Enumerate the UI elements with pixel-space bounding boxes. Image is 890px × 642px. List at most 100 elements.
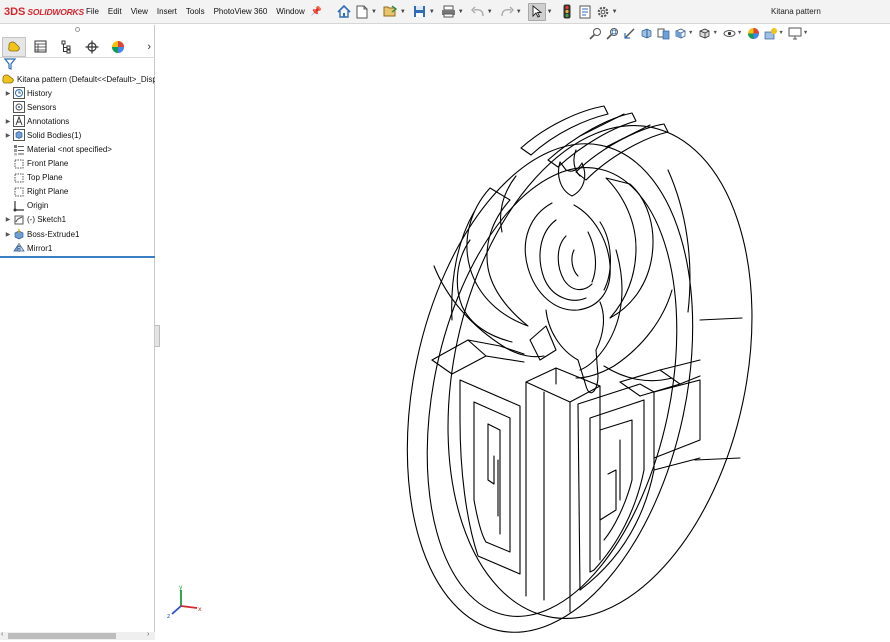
- plane-icon: [12, 158, 25, 170]
- annotations-icon: [12, 115, 25, 128]
- tree-item-sensors[interactable]: Sensors: [0, 100, 155, 114]
- feature-manager-panel: › Kitana pattern (Default<<Default>_Disp…: [0, 25, 155, 640]
- tree-item-mirror1[interactable]: Mirror1: [0, 241, 155, 255]
- tree-item-label: Origin: [27, 201, 49, 211]
- solid-bodies-icon: [12, 129, 25, 142]
- file-properties-icon[interactable]: [577, 3, 593, 21]
- origin-icon: [12, 200, 25, 212]
- filter-icon[interactable]: [3, 58, 17, 72]
- feature-tree: Kitana pattern (Default<<Default>_Disp ▶…: [0, 72, 155, 255]
- sketch-icon: [12, 214, 25, 226]
- tree-item-boss-extrude1[interactable]: ▶ Boss-Extrude1: [0, 227, 155, 241]
- tree-root-label: Kitana pattern (Default<<Default>_Disp: [17, 74, 155, 84]
- tree-item-label: Annotations: [27, 116, 70, 126]
- save-dropdown-chevron-icon[interactable]: ▼: [429, 9, 435, 15]
- print-dropdown-chevron-icon[interactable]: ▼: [458, 9, 464, 15]
- menu-view[interactable]: View: [131, 7, 148, 16]
- tree-item-sketch1[interactable]: ▶ (-) Sketch1: [0, 213, 155, 227]
- undo-icon[interactable]: [470, 3, 486, 21]
- save-icon[interactable]: [412, 3, 428, 21]
- tree-item-right-plane[interactable]: Right Plane: [0, 185, 155, 199]
- tabs-more-chevron-icon[interactable]: ›: [147, 41, 151, 53]
- scroll-right-icon[interactable]: ›: [147, 631, 149, 638]
- menu-file[interactable]: File: [86, 7, 99, 16]
- redo-dropdown-chevron-icon[interactable]: ▼: [516, 9, 522, 15]
- document-title: Kitana pattern: [771, 7, 821, 16]
- tree-item-label: Boss-Extrude1: [27, 229, 80, 239]
- feature-manager-tab-icon[interactable]: [2, 36, 26, 57]
- traffic-light-icon[interactable]: [559, 3, 575, 21]
- title-bar: 3DS SOLIDWORKS File Edit View Insert Too…: [0, 0, 890, 24]
- tree-item-label: Right Plane: [27, 187, 69, 197]
- dimxpert-tab-icon[interactable]: [80, 37, 104, 57]
- configuration-manager-tab-icon[interactable]: [54, 37, 78, 57]
- tree-item-solid-bodies[interactable]: ▶ Solid Bodies(1): [0, 128, 155, 142]
- options-dropdown-chevron-icon[interactable]: ▼: [612, 9, 618, 15]
- open-dropdown-chevron-icon[interactable]: ▼: [400, 9, 406, 15]
- history-icon: [12, 87, 25, 100]
- new-dropdown-chevron-icon[interactable]: ▼: [371, 9, 377, 15]
- tree-item-annotations[interactable]: ▶ Annotations: [0, 114, 155, 128]
- redo-icon[interactable]: [499, 3, 515, 21]
- panel-tabs: ›: [0, 36, 155, 58]
- reference-triad-icon: y x z: [167, 584, 202, 620]
- tree-item-label: Sensors: [27, 102, 57, 112]
- tree-item-label: Mirror1: [27, 243, 53, 253]
- triad-y-label: y: [179, 584, 183, 591]
- solidworks-logo[interactable]: 3DS SOLIDWORKS: [4, 6, 86, 18]
- expand-arrow-icon[interactable]: ▶: [4, 132, 12, 139]
- expand-arrow-icon[interactable]: ▶: [4, 118, 12, 125]
- tree-root-part[interactable]: Kitana pattern (Default<<Default>_Disp: [0, 72, 155, 86]
- graphics-area[interactable]: y x z: [160, 25, 890, 640]
- menu-photoview[interactable]: PhotoView 360: [214, 7, 268, 16]
- print-icon[interactable]: [441, 3, 457, 21]
- tree-item-label: Top Plane: [27, 173, 63, 183]
- mirror-icon: [12, 242, 25, 254]
- plane-icon: [12, 186, 25, 198]
- menu-window[interactable]: Window: [276, 7, 304, 16]
- plane-icon: [12, 172, 25, 184]
- undo-dropdown-chevron-icon[interactable]: ▼: [487, 9, 493, 15]
- menu-insert[interactable]: Insert: [157, 7, 177, 16]
- expand-arrow-icon[interactable]: ▶: [4, 216, 12, 223]
- panel-grip-icon[interactable]: [75, 27, 80, 32]
- tree-item-top-plane[interactable]: Top Plane: [0, 171, 155, 185]
- rollback-bar[interactable]: [0, 256, 155, 258]
- menu-tools[interactable]: Tools: [186, 7, 205, 16]
- new-document-icon[interactable]: [354, 3, 370, 21]
- tree-item-origin[interactable]: Origin: [0, 199, 155, 213]
- tree-item-label: Material <not specified>: [27, 145, 112, 155]
- tree-item-front-plane[interactable]: Front Plane: [0, 157, 155, 171]
- menu-edit[interactable]: Edit: [108, 7, 122, 16]
- tree-item-label: (-) Sketch1: [27, 215, 67, 225]
- scroll-left-icon[interactable]: ‹: [1, 631, 3, 638]
- display-manager-tab-icon[interactable]: [106, 37, 130, 57]
- tree-item-label: History: [27, 88, 52, 98]
- tree-item-history[interactable]: ▶ History: [0, 86, 155, 100]
- pin-icon[interactable]: 📌: [311, 6, 322, 17]
- select-icon[interactable]: [527, 2, 546, 21]
- home-icon[interactable]: [336, 3, 352, 21]
- select-dropdown-chevron-icon[interactable]: ▼: [547, 9, 553, 15]
- ds-logo-mark: 3DS: [4, 5, 26, 18]
- main-toolbar: ▼ ▼ ▼ ▼ ▼ ▼ ▼ ▼: [336, 2, 624, 21]
- extrude-icon: [12, 228, 25, 240]
- options-gear-icon[interactable]: [595, 3, 611, 21]
- triad-z-label: z: [167, 613, 170, 620]
- expand-arrow-icon[interactable]: ▶: [4, 231, 12, 238]
- scrollbar-thumb[interactable]: [8, 633, 116, 639]
- menu-bar: File Edit View Insert Tools PhotoView 36…: [86, 7, 314, 16]
- panel-horizontal-scrollbar[interactable]: ‹ ›: [0, 631, 155, 640]
- open-icon[interactable]: [383, 3, 399, 21]
- tree-item-material[interactable]: Material <not specified>: [0, 142, 155, 156]
- sensors-icon: [12, 101, 25, 114]
- part-icon: [2, 73, 15, 85]
- material-icon: [12, 144, 25, 156]
- property-manager-tab-icon[interactable]: [28, 37, 52, 57]
- kitana-pattern-model[interactable]: [160, 25, 890, 640]
- brand-name: SOLIDWORKS: [27, 6, 84, 17]
- tree-item-label: Solid Bodies(1): [27, 130, 82, 140]
- triad-x-label: x: [198, 606, 202, 613]
- expand-arrow-icon[interactable]: ▶: [4, 90, 12, 97]
- tree-item-label: Front Plane: [27, 159, 69, 169]
